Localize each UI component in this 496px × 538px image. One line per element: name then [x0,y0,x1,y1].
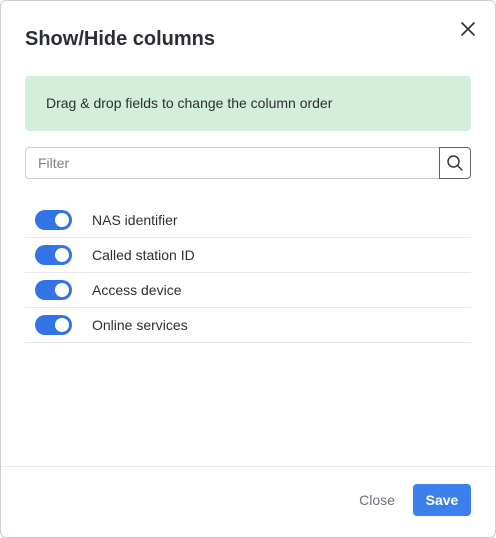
column-label: NAS identifier [92,212,178,228]
column-row[interactable]: Access device [25,273,471,308]
column-toggle[interactable] [35,315,72,335]
toggle-knob [55,318,69,332]
search-button[interactable] [439,147,471,179]
filter-input[interactable] [25,147,440,179]
footer-divider [1,466,495,467]
save-button[interactable]: Save [413,484,471,516]
column-toggle[interactable] [35,245,72,265]
column-label: Called station ID [92,247,195,263]
column-list: NAS identifier Called station ID Access … [25,203,471,343]
info-banner: Drag & drop fields to change the column … [25,76,471,131]
column-row[interactable]: Called station ID [25,238,471,273]
column-toggle[interactable] [35,280,72,300]
column-toggle[interactable] [35,210,72,230]
close-button[interactable]: Close [349,484,405,516]
toggle-knob [55,283,69,297]
toggle-knob [55,248,69,262]
filter-group [25,147,471,179]
toggle-knob [55,213,69,227]
column-row[interactable]: Online services [25,308,471,343]
search-icon [447,155,463,171]
show-hide-columns-dialog: Show/Hide columns Drag & drop fields to … [0,0,496,538]
info-text: Drag & drop fields to change the column … [46,95,333,111]
close-icon[interactable] [457,18,479,40]
column-label: Access device [92,282,182,298]
column-row[interactable]: NAS identifier [25,203,471,238]
dialog-title: Show/Hide columns [25,28,216,50]
column-label: Online services [92,317,188,333]
